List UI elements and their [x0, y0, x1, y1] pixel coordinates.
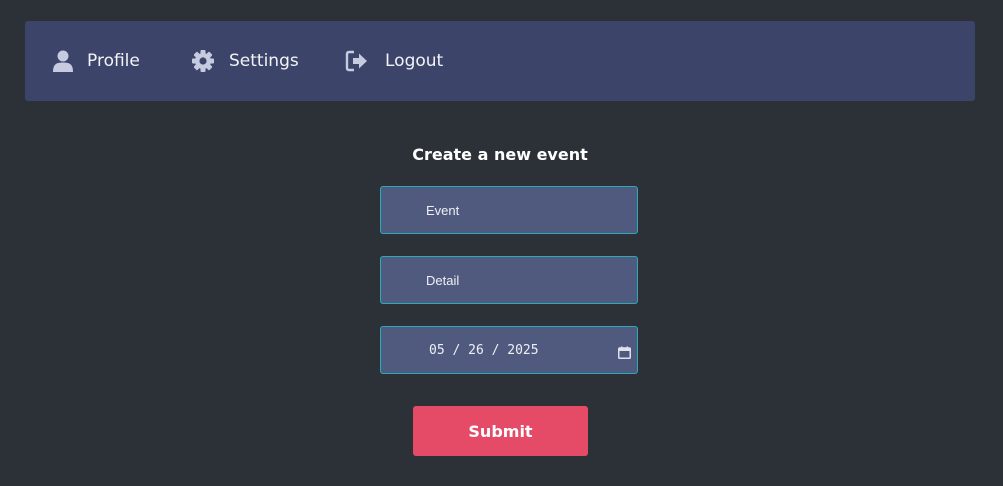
nav-label-profile: Profile [87, 51, 140, 71]
nav-label-logout: Logout [385, 51, 444, 71]
form-title: Create a new event [412, 145, 588, 164]
submit-button[interactable]: Submit [413, 406, 588, 456]
user-icon [51, 49, 75, 73]
top-navbar: Profile Settings Logout [25, 21, 975, 101]
detail-input[interactable] [380, 256, 638, 304]
nav-item-settings[interactable]: Settings [191, 21, 299, 101]
date-value: 05 / 26 / 2025 [429, 342, 539, 358]
nav-item-logout[interactable]: Logout [345, 21, 443, 101]
event-input[interactable] [380, 186, 638, 234]
date-input[interactable]: 05 / 26 / 2025 [380, 326, 638, 374]
logout-icon [345, 49, 369, 73]
nav-item-profile[interactable]: Profile [51, 21, 140, 101]
nav-label-settings: Settings [229, 51, 299, 71]
gear-icon [191, 49, 215, 73]
calendar-icon[interactable] [618, 344, 631, 359]
